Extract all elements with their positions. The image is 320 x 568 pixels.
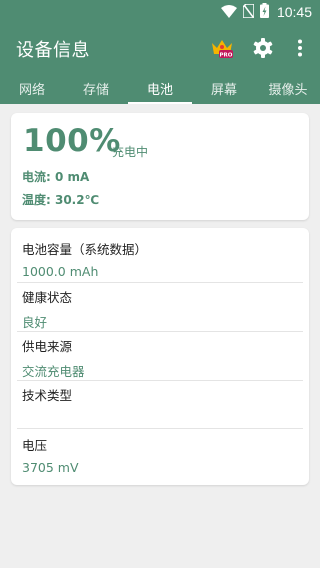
tab-network[interactable]: 网络 (0, 72, 64, 104)
tab-bar: 网络 存储 电池 屏幕 摄像头 (0, 72, 320, 104)
divider (17, 428, 303, 429)
status-bar: 10:45 (0, 0, 320, 24)
detail-label: 健康状态 (22, 290, 73, 305)
detail-value: 3705 mV (22, 460, 79, 475)
more-vert-icon[interactable] (286, 34, 314, 62)
battery-summary-card: 100% 充电中 电流: 0 mA 温度: 30.2℃ (11, 113, 309, 220)
tab-screen[interactable]: 屏幕 (192, 72, 256, 104)
toolbar: 设备信息 PRO (0, 24, 320, 72)
battery-temperature: 温度: 30.2℃ (22, 193, 100, 207)
divider (17, 380, 303, 381)
tab-storage[interactable]: 存储 (64, 72, 128, 104)
detail-label: 供电来源 (22, 339, 73, 354)
tab-camera[interactable]: 摄像头 (256, 72, 320, 104)
battery-current: 电流: 0 mA (22, 170, 90, 184)
detail-technology: 技术类型 (22, 385, 72, 410)
divider (17, 282, 303, 283)
crown-pro-icon[interactable]: PRO (208, 34, 236, 62)
detail-power-source: 供电来源 交流充电器 (22, 336, 85, 380)
gear-icon[interactable] (249, 34, 277, 62)
detail-capacity: 电池容量（系统数据） 1000.0 mAh (22, 239, 147, 279)
tab-battery[interactable]: 电池 (128, 72, 192, 104)
app-bar: 10:45 设备信息 PRO 网络 存储 电池 屏幕 摄像头 (0, 0, 320, 104)
svg-text:PRO: PRO (220, 52, 233, 58)
detail-value: 1000.0 mAh (22, 264, 99, 279)
charging-status: 充电中 (112, 145, 149, 159)
wifi-icon (220, 3, 237, 22)
detail-health: 健康状态 良好 (22, 287, 72, 331)
divider (17, 331, 303, 332)
status-time: 10:45 (276, 4, 312, 20)
page-title: 设备信息 (16, 40, 90, 61)
detail-label: 电池容量（系统数据） (22, 242, 148, 257)
detail-voltage: 电压 3705 mV (22, 435, 79, 475)
no-sim-icon (242, 2, 255, 22)
battery-percent: 100% (23, 123, 121, 159)
detail-value: 良好 (22, 315, 48, 330)
battery-details-card: 电池容量（系统数据） 1000.0 mAh 健康状态 良好 供电来源 交流充电器… (11, 228, 309, 485)
detail-label: 技术类型 (22, 388, 73, 403)
detail-value: 交流充电器 (22, 364, 85, 379)
battery-charging-icon (259, 2, 269, 22)
detail-label: 电压 (22, 438, 48, 453)
